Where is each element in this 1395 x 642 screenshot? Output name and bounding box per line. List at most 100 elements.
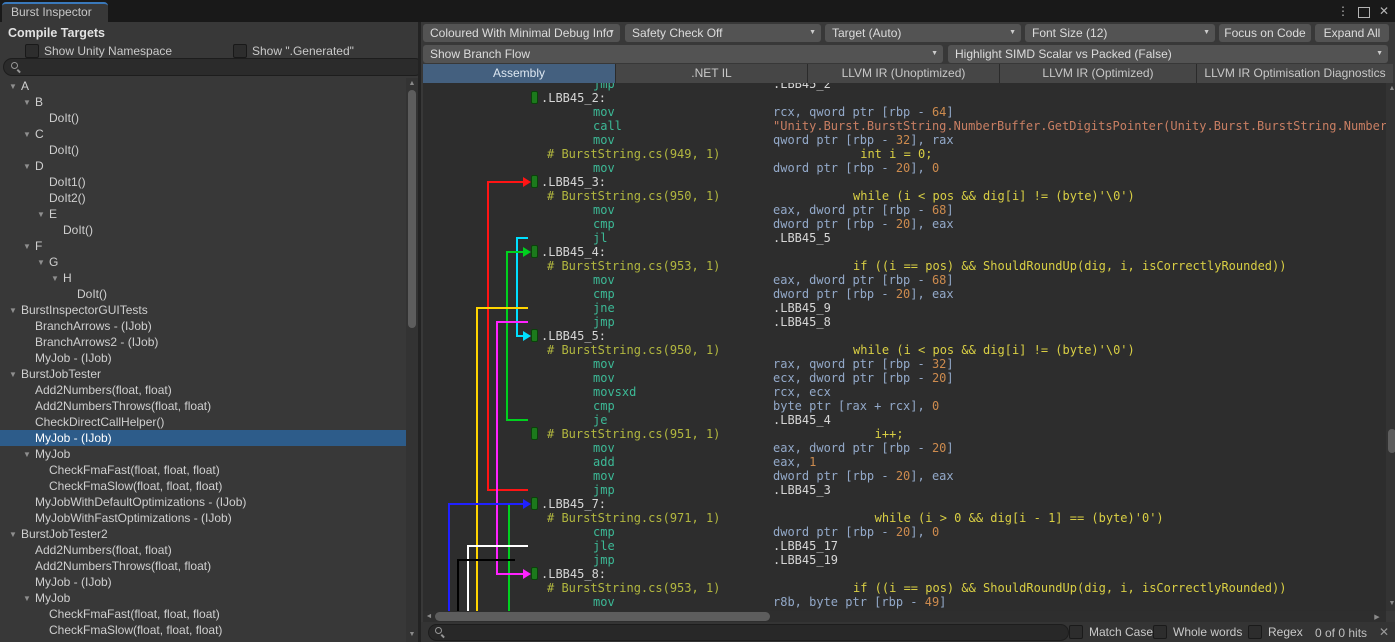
expander-triangle-icon[interactable]: ▼ (51, 271, 63, 287)
close-icon[interactable]: ✕ (1379, 3, 1389, 19)
scroll-left-icon[interactable]: ◄ (424, 613, 434, 620)
scrollbar-thumb[interactable] (1388, 429, 1395, 453)
tree-item[interactable]: ▼BurstJobTester2 (0, 526, 406, 542)
title-bar: Burst Inspector ⋮ ✕ (0, 0, 1395, 22)
match-case-checkbox[interactable]: Match Case (1069, 625, 1153, 639)
target-search-input[interactable] (3, 58, 424, 76)
tree-item[interactable]: DoIt() (0, 110, 406, 126)
tree-item[interactable]: MyJob - (IJob) (0, 430, 406, 446)
expand-all-button[interactable]: Expand All (1315, 24, 1389, 42)
tree-item[interactable]: ▼H (0, 270, 406, 286)
tab-llvm-ir-optimized-[interactable]: LLVM IR (Optimized) (1000, 64, 1196, 83)
toolbar-dropdown[interactable]: Coloured With Minimal Debug Info▼ (423, 24, 620, 42)
expander-triangle-icon[interactable]: ▼ (37, 207, 49, 223)
tree-item[interactable]: ▼C (0, 126, 406, 142)
toolbar-dropdown[interactable]: Font Size (12)▼ (1025, 24, 1215, 42)
expander-triangle-icon[interactable]: ▼ (23, 127, 35, 143)
find-close-icon[interactable]: ✕ (1379, 625, 1389, 639)
tree-item[interactable]: ▼BurstInspectorGUITests (0, 302, 406, 318)
tab--net-il[interactable]: .NET IL (616, 64, 807, 83)
tree-item[interactable]: BranchArrows2 - (IJob) (0, 334, 406, 350)
expander-triangle-icon[interactable]: ▼ (23, 159, 35, 175)
checkbox-box[interactable] (25, 44, 39, 58)
tree-item[interactable]: MyJob - (IJob) (0, 574, 406, 590)
tree-item[interactable]: Add2Numbers(float, float) (0, 542, 406, 558)
expander-triangle-icon[interactable]: ▼ (9, 303, 21, 319)
expander-triangle-icon[interactable]: ▼ (9, 367, 21, 383)
show-unity-namespace-checkbox[interactable]: Show Unity Namespace (25, 44, 172, 58)
toolbar-dropdown[interactable]: Safety Check Off▼ (625, 24, 821, 42)
tree-item[interactable]: ▼MyJob (0, 446, 406, 462)
find-input[interactable] (428, 624, 1069, 641)
tree-item-label: MyJob (35, 447, 70, 461)
scroll-down-icon[interactable]: ▼ (1387, 600, 1395, 607)
tree-item-label: Add2Numbers(float, float) (35, 383, 172, 397)
tree-item[interactable]: ▼BurstJobTester (0, 366, 406, 382)
scroll-right-icon[interactable]: ▶ (1372, 613, 1382, 621)
expander-triangle-icon[interactable]: ▼ (23, 239, 35, 255)
tree-item[interactable]: ▼B (0, 94, 406, 110)
expander-triangle-icon[interactable]: ▼ (23, 95, 35, 111)
tree-item-label: DoIt() (63, 223, 93, 237)
tab-assembly[interactable]: Assembly (423, 64, 615, 83)
view-tabs: Assembly.NET ILLLVM IR (Unoptimized)LLVM… (423, 64, 1393, 83)
expander-triangle-icon[interactable]: ▼ (37, 255, 49, 271)
scroll-up-icon[interactable]: ▲ (407, 80, 417, 87)
tree-item[interactable]: MyJobWithFastOptimizations - (IJob) (0, 510, 406, 526)
code-vertical-scrollbar[interactable]: ▲ ▼ (1386, 83, 1395, 611)
tree-item[interactable]: DoIt1() (0, 174, 406, 190)
block-marker (531, 427, 538, 440)
scrollbar-thumb[interactable] (408, 90, 416, 328)
tree-item[interactable]: CheckFmaSlow(float, float, float) (0, 622, 406, 638)
code-line: # BurstString.cs(950, 1)while (i < pos &… (423, 189, 1386, 203)
checkbox-box[interactable] (1153, 625, 1167, 639)
tree-item[interactable]: CheckDirectCallHelper() (0, 414, 406, 430)
tree-item[interactable]: DoIt2() (0, 190, 406, 206)
tree-item[interactable]: MyJob - (IJob) (0, 350, 406, 366)
window-menu-icon[interactable]: ⋮ (1337, 3, 1349, 19)
window-tab-burst-inspector[interactable]: Burst Inspector (2, 2, 108, 22)
tab-llvm-ir-unoptimized-[interactable]: LLVM IR (Unoptimized) (808, 64, 999, 83)
tree-item[interactable]: Add2Numbers(float, float) (0, 382, 406, 398)
code-horizontal-scrollbar[interactable]: ◄ ▶ (423, 611, 1386, 622)
tree-item[interactable]: Add2NumbersThrows(float, float) (0, 558, 406, 574)
tree-item[interactable]: Add2NumbersThrows(float, float) (0, 398, 406, 414)
checkbox-box[interactable] (1069, 625, 1083, 639)
tree-item[interactable]: CheckFmaFast(float, float, float) (0, 606, 406, 622)
tab-llvm-ir-optimisation-diagnostics[interactable]: LLVM IR Optimisation Diagnostics (1197, 64, 1393, 83)
toolbar-dropdown[interactable]: Highlight SIMD Scalar vs Packed (False)▼ (948, 45, 1388, 63)
scrollbar-thumb[interactable] (435, 612, 770, 621)
maximize-icon[interactable] (1358, 7, 1370, 18)
toolbar-dropdown[interactable]: Show Branch Flow▼ (423, 45, 943, 63)
code-line: call"Unity.Burst.BurstString.NumberBuffe… (423, 119, 1386, 133)
sidebar-scrollbar[interactable]: ▲ ▼ (406, 78, 418, 642)
tree-item[interactable]: MyJobWithDefaultOptimizations - (IJob) (0, 494, 406, 510)
tree-item[interactable]: DoIt() (0, 142, 406, 158)
tree-item[interactable]: ▼A (0, 78, 406, 94)
tree-item[interactable]: CheckFmaSlow(float, float, float) (0, 478, 406, 494)
checkbox-box[interactable] (233, 44, 247, 58)
tree-item[interactable]: ▼D (0, 158, 406, 174)
tree-item[interactable]: DoIt() (0, 222, 406, 238)
scroll-down-icon[interactable]: ▼ (407, 631, 417, 638)
scroll-up-icon[interactable]: ▲ (1387, 85, 1395, 92)
chevron-down-icon: ▼ (1203, 24, 1210, 42)
expander-triangle-icon[interactable]: ▼ (23, 447, 35, 463)
checkbox-box[interactable] (1248, 625, 1262, 639)
tree-item[interactable]: BranchArrows - (IJob) (0, 318, 406, 334)
whole-words-checkbox[interactable]: Whole words (1153, 625, 1242, 639)
tree-item[interactable]: ▼MyJob (0, 590, 406, 606)
assembly-code-view[interactable]: jmp.LBB45_2.LBB45_2:movrcx, qword ptr [r… (423, 83, 1386, 611)
expander-triangle-icon[interactable]: ▼ (23, 591, 35, 607)
tree-item[interactable]: CheckFmaFast(float, float, float) (0, 462, 406, 478)
toolbar-dropdown[interactable]: Target (Auto)▼ (825, 24, 1021, 42)
show-generated-checkbox[interactable]: Show ".Generated" (233, 44, 354, 58)
tree-item[interactable]: DoIt() (0, 286, 406, 302)
focus-on-code-button[interactable]: Focus on Code (1219, 24, 1311, 42)
expander-triangle-icon[interactable]: ▼ (9, 79, 21, 95)
expander-triangle-icon[interactable]: ▼ (9, 527, 21, 543)
regex-checkbox[interactable]: Regex (1248, 625, 1303, 639)
tree-item[interactable]: ▼F (0, 238, 406, 254)
tree-item[interactable]: ▼G (0, 254, 406, 270)
tree-item[interactable]: ▼E (0, 206, 406, 222)
